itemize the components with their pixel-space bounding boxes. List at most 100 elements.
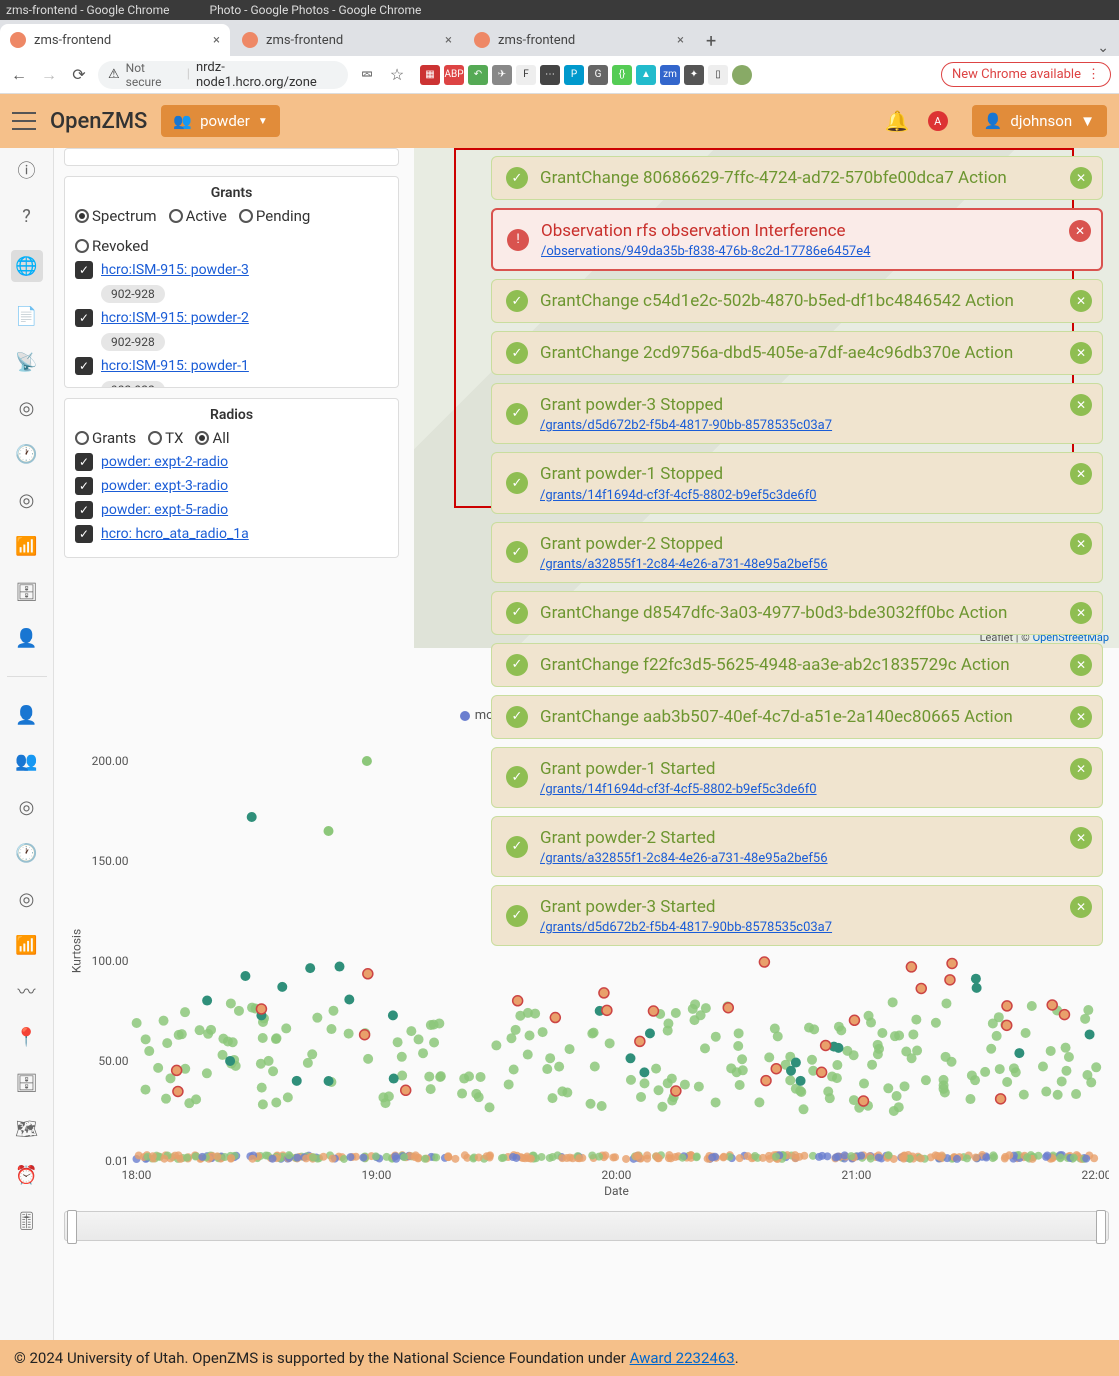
- clock-icon[interactable]: 🕐: [15, 841, 39, 865]
- dismiss-toast-icon[interactable]: ✕: [1070, 533, 1092, 555]
- radio-item[interactable]: ✓ powder: expt-3-radio: [75, 477, 388, 495]
- group-icon[interactable]: 👥: [15, 749, 39, 773]
- grant-link[interactable]: hcro:ISM-915: powder-2: [101, 310, 249, 326]
- broadcast-icon[interactable]: ◎: [15, 488, 39, 512]
- extension-icon[interactable]: ▲: [636, 65, 656, 85]
- extension-icon[interactable]: P: [564, 65, 584, 85]
- chrome-menu-icon[interactable]: ⋮: [1087, 67, 1100, 82]
- filter-tx[interactable]: TX: [148, 429, 183, 447]
- menu-hamburger-icon[interactable]: [12, 112, 36, 130]
- extension-icon[interactable]: ABP: [444, 65, 464, 85]
- browser-tab[interactable]: zms-frontend ×: [464, 24, 694, 56]
- grant-item[interactable]: ✓ hcro:ISM-915: powder-1: [75, 357, 388, 375]
- filter-active[interactable]: Active: [169, 207, 227, 225]
- extension-icon[interactable]: F: [516, 65, 536, 85]
- profile-avatar-icon[interactable]: [732, 65, 752, 85]
- alarm-icon[interactable]: ⏰: [15, 1163, 39, 1187]
- toast-link[interactable]: /observations/949da35b-f838-476b-8c2d-17…: [541, 244, 870, 259]
- toast-link[interactable]: /grants/a32855f1-2c84-4e26-a731-48e95a2b…: [540, 557, 828, 572]
- checkbox-icon[interactable]: ✓: [75, 525, 93, 543]
- dismiss-toast-icon[interactable]: ✕: [1070, 290, 1092, 312]
- antenna-icon[interactable]: 📡: [15, 350, 39, 374]
- tune-icon[interactable]: 🎚: [15, 1209, 39, 1233]
- pin-icon[interactable]: 📍: [15, 1025, 39, 1049]
- dismiss-toast-icon[interactable]: ✕: [1070, 896, 1092, 918]
- extension-icon[interactable]: {}: [612, 65, 632, 85]
- broadcast-icon[interactable]: ◎: [15, 887, 39, 911]
- database-icon[interactable]: 🗄: [15, 580, 39, 604]
- radio-link[interactable]: powder: expt-5-radio: [101, 502, 228, 518]
- help-icon[interactable]: ?: [15, 204, 39, 228]
- notifications-bell-icon[interactable]: 🔔: [885, 109, 910, 133]
- signal-icon[interactable]: 📶: [15, 534, 39, 558]
- toast-link[interactable]: /grants/d5d672b2-f5b4-4817-90bb-8578535c…: [540, 418, 832, 433]
- document-icon[interactable]: 📄: [15, 304, 39, 328]
- browser-tab[interactable]: zms-frontend ×: [232, 24, 462, 56]
- info-icon[interactable]: ⓘ: [15, 158, 39, 182]
- dismiss-toast-icon[interactable]: ✕: [1070, 463, 1092, 485]
- dismiss-toast-icon[interactable]: ✕: [1070, 602, 1092, 624]
- radio-link[interactable]: powder: expt-2-radio: [101, 454, 228, 470]
- toast-link[interactable]: /grants/14f1694d-cf3f-4cf5-8802-b9ef5c3d…: [540, 488, 817, 503]
- dismiss-toast-icon[interactable]: ✕: [1070, 342, 1092, 364]
- extension-icon[interactable]: ▦: [420, 65, 440, 85]
- time-range-slider[interactable]: [64, 1211, 1109, 1241]
- close-tab-icon[interactable]: ×: [445, 33, 452, 48]
- checkbox-icon[interactable]: ✓: [75, 309, 93, 327]
- wifi-icon[interactable]: 📶: [15, 933, 39, 957]
- toast-link[interactable]: /grants/a32855f1-2c84-4e26-a731-48e95a2b…: [540, 851, 828, 866]
- dismiss-toast-icon[interactable]: ✕: [1070, 827, 1092, 849]
- globe-icon[interactable]: 🌐: [11, 250, 43, 282]
- dismiss-toast-icon[interactable]: ✕: [1070, 654, 1092, 676]
- back-button[interactable]: ←: [8, 65, 30, 85]
- map-icon[interactable]: 🗺: [15, 1117, 39, 1141]
- toast-link[interactable]: /grants/14f1694d-cf3f-4cf5-8802-b9ef5c3d…: [540, 782, 817, 797]
- range-handle-left[interactable]: [67, 1210, 77, 1244]
- checkbox-icon[interactable]: ✓: [75, 477, 93, 495]
- radio-item[interactable]: ✓ powder: expt-2-radio: [75, 453, 388, 471]
- alarm-badge[interactable]: A: [928, 111, 948, 131]
- share-icon[interactable]: ⮹: [356, 65, 378, 85]
- dismiss-toast-icon[interactable]: ✕: [1070, 394, 1092, 416]
- broadcast-icon[interactable]: ◎: [15, 396, 39, 420]
- filter-revoked[interactable]: Revoked: [75, 237, 149, 255]
- close-tab-icon[interactable]: ×: [213, 33, 220, 48]
- dismiss-toast-icon[interactable]: ✕: [1070, 706, 1092, 728]
- checkbox-icon[interactable]: ✓: [75, 357, 93, 375]
- new-tab-button[interactable]: +: [696, 27, 726, 56]
- filter-spectrum[interactable]: Spectrum: [75, 207, 157, 225]
- url-field[interactable]: ⚠ Not secure | nrdz-node1.hcro.org/zone: [98, 61, 348, 89]
- grant-link[interactable]: hcro:ISM-915: powder-1: [101, 358, 249, 374]
- grant-link[interactable]: hcro:ISM-915: powder-3: [101, 262, 249, 278]
- extension-icon[interactable]: G: [588, 65, 608, 85]
- filter-grants[interactable]: Grants: [75, 429, 136, 447]
- clock-icon[interactable]: 🕐: [15, 442, 39, 466]
- grant-item[interactable]: ✓ hcro:ISM-915: powder-2: [75, 309, 388, 327]
- user-menu-button[interactable]: 👤 djohnson ▼: [972, 105, 1107, 137]
- range-handle-right[interactable]: [1096, 1210, 1106, 1244]
- bookmark-star-icon[interactable]: ☆: [386, 65, 408, 84]
- award-link[interactable]: Award 2232463: [630, 1349, 735, 1367]
- close-tab-icon[interactable]: ×: [677, 33, 684, 48]
- checkbox-icon[interactable]: ✓: [75, 501, 93, 519]
- grant-item[interactable]: ✓ hcro:ISM-915: powder-3: [75, 261, 388, 279]
- checkbox-icon[interactable]: ✓: [75, 453, 93, 471]
- checkbox-icon[interactable]: ✓: [75, 261, 93, 279]
- forward-button[interactable]: →: [38, 65, 60, 85]
- extension-icon[interactable]: ⋯: [540, 65, 560, 85]
- broadcast-icon[interactable]: ◎: [15, 795, 39, 819]
- filter-pending[interactable]: Pending: [239, 207, 310, 225]
- new-chrome-available-pill[interactable]: New Chrome available ⋮: [941, 62, 1111, 87]
- extension-icon[interactable]: ✈: [492, 65, 512, 85]
- radio-item[interactable]: ✓ powder: expt-5-radio: [75, 501, 388, 519]
- user-icon[interactable]: 👤: [15, 626, 39, 650]
- reload-button[interactable]: ⟳: [68, 65, 90, 84]
- tab-overflow-icon[interactable]: ⌄: [1097, 40, 1109, 56]
- element-selector-button[interactable]: 👥 powder ▼: [161, 105, 279, 137]
- dismiss-toast-icon[interactable]: ✕: [1070, 167, 1092, 189]
- extensions-puzzle-icon[interactable]: ✦: [684, 65, 704, 85]
- browser-tab[interactable]: zms-frontend ×: [0, 24, 230, 56]
- dismiss-toast-icon[interactable]: ✕: [1070, 758, 1092, 780]
- extension-icon[interactable]: ↶: [468, 65, 488, 85]
- filter-all[interactable]: All: [195, 429, 229, 447]
